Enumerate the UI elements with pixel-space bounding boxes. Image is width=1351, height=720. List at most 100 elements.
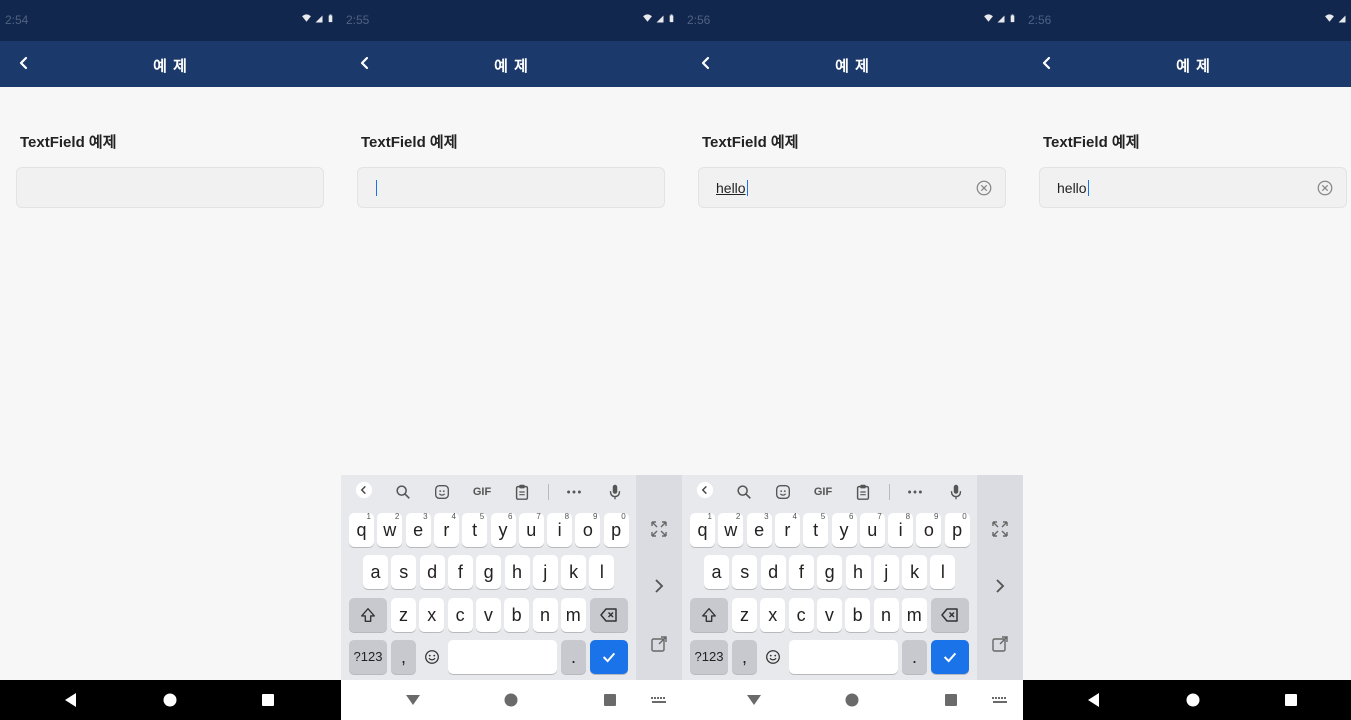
text-field[interactable] <box>357 167 665 208</box>
key-r[interactable]: r4 <box>774 512 800 547</box>
key-l[interactable]: l <box>930 555 956 589</box>
nav-keyboard-button[interactable] <box>649 690 669 710</box>
key-j[interactable]: j <box>873 555 899 589</box>
comma-key[interactable]: , <box>732 640 757 674</box>
nav-recent-button[interactable] <box>258 690 278 710</box>
done-key[interactable] <box>931 640 969 674</box>
expand-icon[interactable] <box>649 519 669 539</box>
key-b[interactable]: b <box>504 598 530 632</box>
search-icon[interactable] <box>735 483 753 501</box>
symbols-key[interactable]: ?123 <box>690 640 728 674</box>
gif-icon[interactable]: GIF <box>810 483 836 501</box>
key-n[interactable]: n <box>532 598 558 632</box>
nav-back-button[interactable] <box>61 690 81 710</box>
nav-recent-button[interactable] <box>941 690 961 710</box>
key-p[interactable]: p0 <box>603 512 629 547</box>
key-u[interactable]: u7 <box>859 512 885 547</box>
space-bar[interactable] <box>789 640 898 674</box>
nav-recent-button[interactable] <box>600 690 620 710</box>
key-f[interactable]: f <box>447 555 473 589</box>
key-g[interactable]: g <box>817 555 843 589</box>
backspace-key[interactable] <box>931 598 969 632</box>
key-z[interactable]: z <box>391 598 416 632</box>
expand-icon[interactable] <box>990 519 1010 539</box>
more-icon[interactable] <box>565 483 583 501</box>
key-o[interactable]: o9 <box>916 512 942 547</box>
key-w[interactable]: w2 <box>377 512 403 547</box>
key-h[interactable]: h <box>845 555 871 589</box>
key-m[interactable]: m <box>901 598 927 632</box>
key-a[interactable]: a <box>363 555 388 589</box>
nav-recent-button[interactable] <box>1281 690 1301 710</box>
key-f[interactable]: f <box>788 555 814 589</box>
key-n[interactable]: n <box>873 598 899 632</box>
period-key[interactable]: . <box>902 640 927 674</box>
nav-home-button[interactable] <box>160 690 180 710</box>
key-i[interactable]: i8 <box>547 512 573 547</box>
period-key[interactable]: . <box>561 640 586 674</box>
clipboard-icon[interactable] <box>513 483 531 501</box>
key-j[interactable]: j <box>532 555 558 589</box>
more-icon[interactable] <box>906 483 924 501</box>
key-h[interactable]: h <box>504 555 530 589</box>
key-e[interactable]: e3 <box>405 512 431 547</box>
text-field[interactable] <box>16 167 324 208</box>
shift-key[interactable] <box>349 598 387 632</box>
key-b[interactable]: b <box>845 598 871 632</box>
key-k[interactable]: k <box>561 555 587 589</box>
key-v[interactable]: v <box>475 598 501 632</box>
nav-home-button[interactable] <box>501 690 521 710</box>
key-x[interactable]: x <box>760 598 786 632</box>
key-l[interactable]: l <box>589 555 615 589</box>
sticker-icon[interactable] <box>433 483 451 501</box>
nav-home-button[interactable] <box>842 690 862 710</box>
chevron-left-icon[interactable] <box>355 481 373 499</box>
clipboard-icon[interactable] <box>854 483 872 501</box>
key-c[interactable]: c <box>788 598 814 632</box>
key-o[interactable]: o9 <box>575 512 601 547</box>
key-t[interactable]: t5 <box>803 512 829 547</box>
mic-icon[interactable] <box>606 483 624 501</box>
key-d[interactable]: d <box>760 555 786 589</box>
key-c[interactable]: c <box>447 598 473 632</box>
nav-keyboard-button[interactable] <box>990 690 1010 710</box>
search-icon[interactable] <box>394 483 412 501</box>
emoji-key[interactable] <box>419 640 444 674</box>
key-a[interactable]: a <box>704 555 729 589</box>
space-bar[interactable] <box>448 640 557 674</box>
key-v[interactable]: v <box>816 598 842 632</box>
key-m[interactable]: m <box>560 598 586 632</box>
key-i[interactable]: i8 <box>888 512 914 547</box>
key-y[interactable]: y6 <box>490 512 516 547</box>
clear-icon[interactable] <box>1316 179 1334 197</box>
nav-home-button[interactable] <box>1183 690 1203 710</box>
nav-back-button[interactable] <box>403 690 423 710</box>
nav-back-button[interactable] <box>744 690 764 710</box>
gif-icon[interactable]: GIF <box>469 483 495 501</box>
chevron-left-icon[interactable] <box>696 481 714 499</box>
key-p[interactable]: p0 <box>944 512 970 547</box>
key-x[interactable]: x <box>419 598 445 632</box>
key-r[interactable]: r4 <box>433 512 459 547</box>
key-w[interactable]: w2 <box>718 512 744 547</box>
comma-key[interactable]: , <box>391 640 416 674</box>
chevron-right-icon[interactable] <box>990 576 1010 596</box>
float-icon[interactable] <box>649 634 669 654</box>
key-g[interactable]: g <box>476 555 502 589</box>
nav-back-button[interactable] <box>1084 690 1104 710</box>
emoji-key[interactable] <box>760 640 785 674</box>
float-icon[interactable] <box>990 634 1010 654</box>
backspace-key[interactable] <box>590 598 628 632</box>
mic-icon[interactable] <box>947 483 965 501</box>
key-s[interactable]: s <box>391 555 417 589</box>
key-e[interactable]: e3 <box>746 512 772 547</box>
text-field[interactable]: hello <box>1039 167 1347 208</box>
clear-icon[interactable] <box>975 179 993 197</box>
key-q[interactable]: q1 <box>690 512 715 547</box>
sticker-icon[interactable] <box>774 483 792 501</box>
key-k[interactable]: k <box>902 555 928 589</box>
key-d[interactable]: d <box>419 555 445 589</box>
key-y[interactable]: y6 <box>831 512 857 547</box>
text-field[interactable]: hello <box>698 167 1006 208</box>
chevron-right-icon[interactable] <box>649 576 669 596</box>
